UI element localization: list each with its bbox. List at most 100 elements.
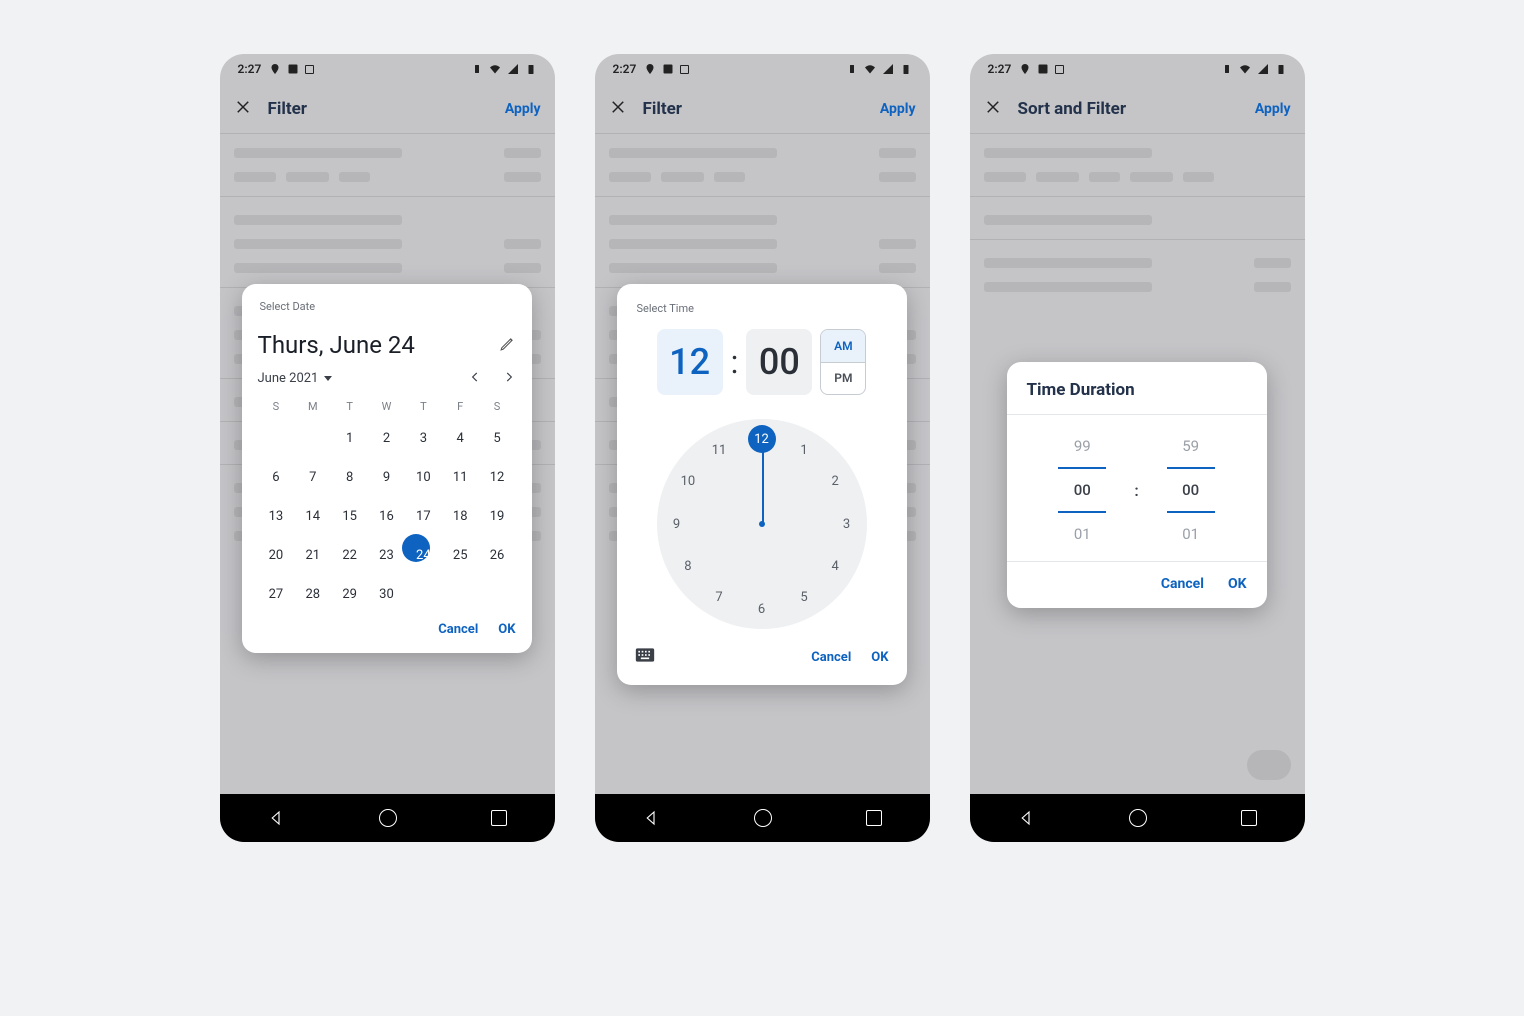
keyboard-input-button[interactable] <box>635 647 655 667</box>
ok-button[interactable]: OK <box>871 650 888 665</box>
calendar-day[interactable]: 11 <box>442 464 479 491</box>
edit-date-button[interactable] <box>499 335 516 356</box>
back-icon[interactable] <box>1017 809 1035 827</box>
close-button[interactable] <box>234 98 252 120</box>
apply-button[interactable]: Apply <box>880 101 916 117</box>
cancel-button[interactable]: Cancel <box>438 622 478 637</box>
dow: T <box>331 400 368 413</box>
calendar-day[interactable]: 20 <box>258 542 295 569</box>
clock-hour[interactable]: 6 <box>750 597 774 621</box>
calendar-day[interactable]: 6 <box>258 464 295 491</box>
cancel-button[interactable]: Cancel <box>1161 576 1204 592</box>
clock-hour[interactable]: 9 <box>665 512 689 536</box>
dow: W <box>368 400 405 413</box>
clock-hour-selected[interactable]: 12 <box>748 425 776 453</box>
clock-hour[interactable]: 1 <box>792 438 816 462</box>
time-colon: : <box>731 329 739 395</box>
chevron-left-icon <box>468 370 482 384</box>
wifi-icon <box>1239 63 1251 75</box>
android-nav-bar <box>595 794 930 842</box>
calendar-day[interactable]: 12 <box>479 464 516 491</box>
phone-date-picker: 2:27 Filter Apply <box>220 54 555 842</box>
calendar-day[interactable]: 23 <box>368 542 405 569</box>
home-icon[interactable] <box>1129 809 1147 827</box>
month-dropdown[interactable]: June 2021 <box>258 371 333 386</box>
minute-box[interactable]: 00 <box>746 329 812 395</box>
calendar-day[interactable]: 26 <box>479 542 516 569</box>
back-icon[interactable] <box>267 809 285 827</box>
clock-face[interactable]: 12 12 3 45678 9 10 11 <box>657 419 867 629</box>
ok-button[interactable]: OK <box>498 622 515 637</box>
status-right-icons <box>846 63 912 75</box>
calendar-day[interactable]: 7 <box>294 464 331 491</box>
minutes-spinner[interactable]: 59 00 01 <box>1167 431 1215 549</box>
calendar-day[interactable]: 15 <box>331 503 368 530</box>
recents-icon[interactable] <box>866 810 882 826</box>
calendar-day[interactable]: 13 <box>258 503 295 530</box>
calendar-day[interactable]: 24 <box>405 542 442 569</box>
clock-hour[interactable]: 3 <box>835 512 859 536</box>
hours-spinner[interactable]: 99 00 01 <box>1058 431 1106 549</box>
close-button[interactable] <box>984 98 1002 120</box>
calendar-day[interactable]: 29 <box>331 581 368 608</box>
calendar-day[interactable]: 4 <box>442 425 479 452</box>
apply-button[interactable]: Apply <box>505 101 541 117</box>
screen-content: Time Duration 99 00 01 : 59 00 01 Cancel… <box>970 134 1305 794</box>
status-right-icons <box>1221 63 1287 75</box>
pm-option[interactable]: PM <box>821 362 865 395</box>
calendar-day[interactable]: 27 <box>258 581 295 608</box>
cancel-button[interactable]: Cancel <box>811 650 851 665</box>
am-option[interactable]: AM <box>821 330 865 362</box>
calendar-day[interactable]: 17 <box>405 503 442 530</box>
calendar-day[interactable]: 25 <box>442 542 479 569</box>
calendar-day[interactable]: 5 <box>479 425 516 452</box>
hour-box[interactable]: 12 <box>657 329 723 395</box>
calendar-day <box>294 425 331 452</box>
calendar-day[interactable]: 30 <box>368 581 405 608</box>
calendar-day[interactable]: 3 <box>405 425 442 452</box>
back-icon[interactable] <box>642 809 660 827</box>
clock-hour[interactable]: 7 <box>707 586 731 610</box>
calendar-day[interactable]: 21 <box>294 542 331 569</box>
calendar-day[interactable]: 14 <box>294 503 331 530</box>
recents-icon[interactable] <box>1241 810 1257 826</box>
calendar-day[interactable]: 16 <box>368 503 405 530</box>
clock-hour[interactable]: 11 <box>707 438 731 462</box>
calendar-day[interactable]: 2 <box>368 425 405 452</box>
screen-title: Sort and Filter <box>1018 99 1239 119</box>
prev-month-button[interactable] <box>468 369 482 388</box>
calendar-day[interactable]: 1 <box>331 425 368 452</box>
clock-hour[interactable]: 10 <box>676 470 700 494</box>
calendar-day[interactable]: 28 <box>294 581 331 608</box>
location-icon <box>644 63 656 75</box>
status-time: 2:27 <box>613 62 637 76</box>
battery-icon <box>525 63 537 75</box>
clock-hour[interactable]: 8 <box>676 555 700 579</box>
calendar-day[interactable]: 8 <box>331 464 368 491</box>
clock-hour[interactable]: 4 <box>823 555 847 579</box>
battery-icon <box>1275 63 1287 75</box>
calendar-day[interactable]: 9 <box>368 464 405 491</box>
calendar-day[interactable]: 22 <box>331 542 368 569</box>
home-icon[interactable] <box>754 809 772 827</box>
status-bar: 2:27 <box>970 54 1305 84</box>
calendar-day[interactable]: 10 <box>405 464 442 491</box>
home-icon[interactable] <box>379 809 397 827</box>
recents-icon[interactable] <box>491 810 507 826</box>
selected-date-display: Thurs, June 24 <box>258 331 415 359</box>
apply-button[interactable]: Apply <box>1255 101 1291 117</box>
location-icon <box>269 63 281 75</box>
ok-button[interactable]: OK <box>1228 576 1247 592</box>
next-month-button[interactable] <box>502 369 516 388</box>
app-bar: Filter Apply <box>220 84 555 134</box>
calendar-day[interactable]: 18 <box>442 503 479 530</box>
status-bar: 2:27 <box>595 54 930 84</box>
clock-hour[interactable]: 2 <box>823 470 847 494</box>
date-picker-label: Select Date <box>260 300 516 313</box>
time-picker-label: Select Time <box>637 302 889 315</box>
calendar-day[interactable]: 19 <box>479 503 516 530</box>
calendar-day <box>479 581 516 608</box>
clock-hour[interactable]: 5 <box>792 586 816 610</box>
close-button[interactable] <box>609 98 627 120</box>
status-right-icons <box>471 63 537 75</box>
